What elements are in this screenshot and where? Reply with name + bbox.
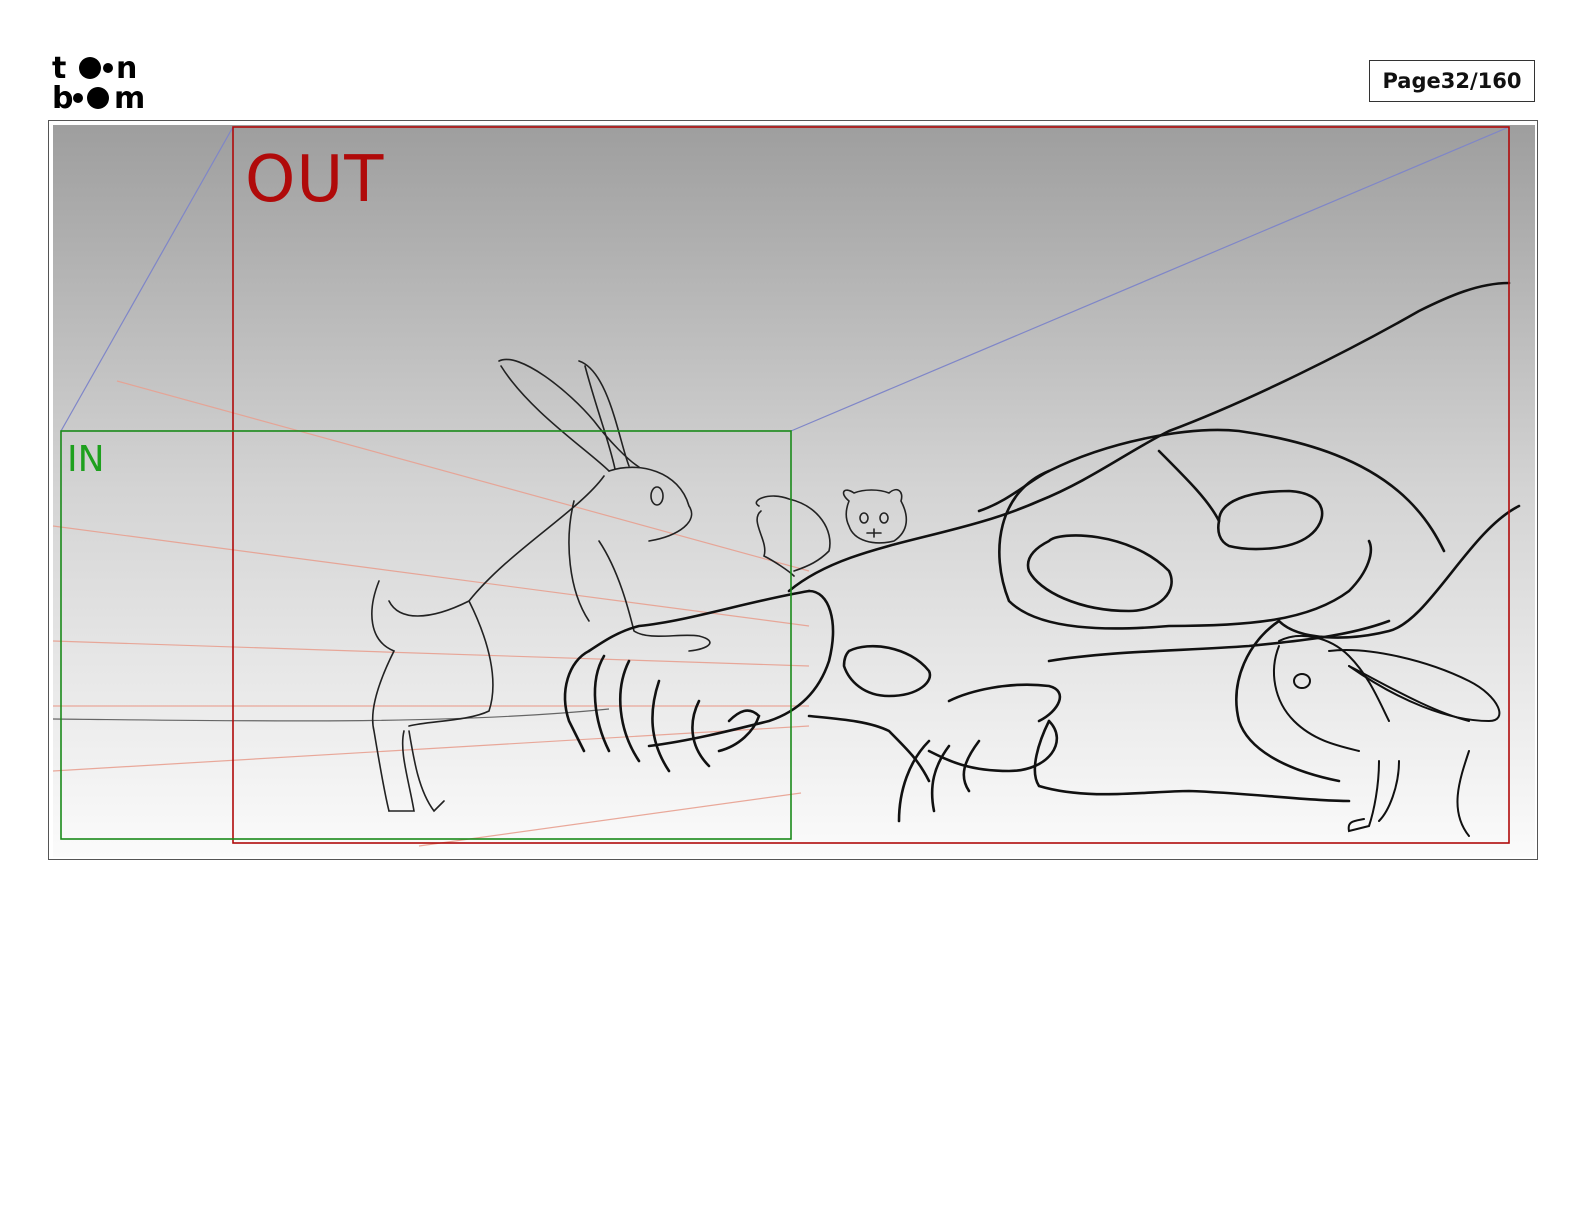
in-label: IN: [67, 439, 105, 480]
logo-graphic: t n b m: [52, 51, 145, 116]
out-label: OUT: [245, 143, 385, 217]
panel-background: [53, 125, 1535, 857]
svg-text:b: b: [52, 81, 73, 112]
storyboard-panel: OUT IN: [48, 120, 1538, 860]
page-number: 32/160: [1440, 69, 1522, 93]
page-label: Page: [1382, 69, 1441, 93]
panel-artwork: [52, 125, 1535, 857]
svg-text:m: m: [114, 81, 145, 112]
toon-boom-logo: t n b m: [52, 50, 164, 116]
page-indicator: Page 32/160: [1369, 60, 1535, 102]
